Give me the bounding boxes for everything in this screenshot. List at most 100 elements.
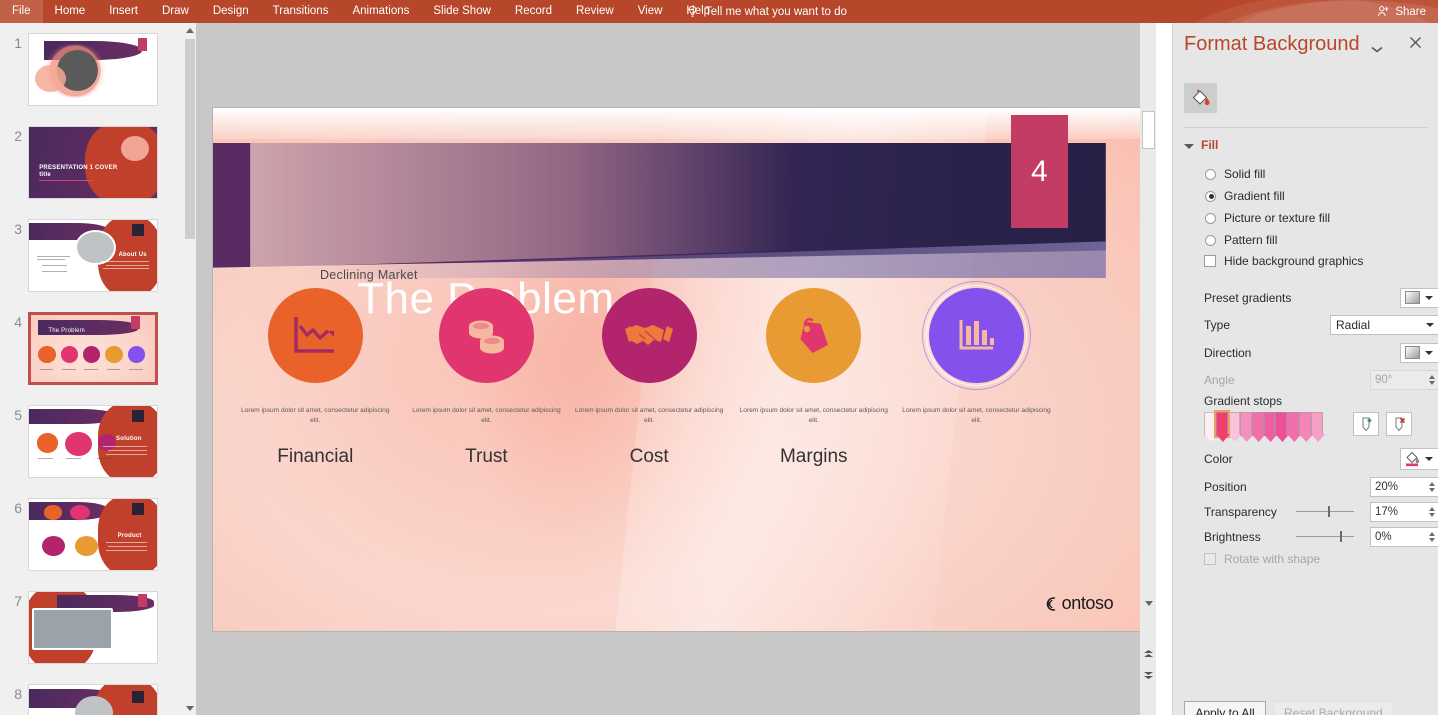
ribbon-tab-transitions[interactable]: Transitions — [261, 0, 341, 23]
gradient-stop-9[interactable] — [1299, 412, 1312, 436]
slide-scrollbar-thumb[interactable] — [1142, 111, 1155, 149]
thumbnail-5-title: Solution — [116, 435, 142, 442]
thumbnail-scrollbar-thumb[interactable] — [185, 39, 195, 239]
transparency-slider[interactable] — [1296, 501, 1354, 522]
position-spinner[interactable] — [1429, 481, 1435, 492]
thumbnail-row-5[interactable]: 5 Solution — [0, 405, 180, 478]
direction-swatch-icon — [1405, 346, 1420, 359]
fill-section-header[interactable]: Fill — [1184, 138, 1218, 152]
gradient-color-row: Color — [1204, 447, 1438, 470]
checkbox-hide-background-graphics[interactable]: Hide background graphics — [1204, 254, 1363, 268]
slide-item-margins[interactable]: Lorem ipsum dolor sit amet, consectetur … — [725, 288, 902, 612]
gradient-stop-6[interactable] — [1263, 412, 1276, 436]
thumbnail-slide-1[interactable] — [28, 33, 158, 106]
gradient-color-button[interactable] — [1400, 447, 1438, 470]
radio-button-gradient-fill[interactable] — [1205, 190, 1216, 202]
ribbon-tab-design[interactable]: Design — [201, 0, 261, 23]
transparency-slider-knob[interactable] — [1328, 506, 1330, 517]
radio-gradient-fill[interactable]: Gradient fill — [1205, 189, 1285, 203]
thumbnail-scrollbar[interactable] — [184, 23, 196, 715]
thumbnail-scroll-up-button[interactable] — [184, 23, 196, 37]
gradient-stop-3[interactable] — [1227, 412, 1240, 436]
gradient-stop-7[interactable] — [1275, 412, 1288, 436]
thumbnail-row-6[interactable]: 6 Product — [0, 498, 180, 571]
thumbnail-slide-5[interactable]: Solution — [28, 405, 158, 478]
thumbnail-row-2[interactable]: 2 PRESENTATION 1 COVER title — [0, 126, 180, 199]
lorem-trust: Lorem ipsum dolor sit amet, consectetur … — [412, 407, 561, 424]
add-gradient-stop-button[interactable] — [1353, 412, 1379, 436]
thumbnail-row-7[interactable]: 7 Emotions — [0, 591, 180, 664]
ribbon-tab-review[interactable]: Review — [564, 0, 626, 23]
thumbnail-slide-8[interactable] — [28, 684, 158, 715]
gradient-brightness-input[interactable]: 0% — [1370, 526, 1438, 547]
brightness-slider-track — [1296, 536, 1354, 537]
radio-button-picture-fill[interactable] — [1205, 212, 1216, 224]
thumbnail-row-1[interactable]: 1 — [0, 33, 180, 106]
slide-item-growth[interactable]: Lorem ipsum dolor sit amet, consectetur … — [888, 281, 1065, 612]
gradient-stop-10[interactable] — [1311, 412, 1324, 436]
ribbon-tab-draw[interactable]: Draw — [150, 0, 201, 23]
previous-slide-button[interactable] — [1141, 645, 1156, 661]
gradient-brightness-label: Brightness — [1204, 529, 1261, 544]
gradient-stop-8[interactable] — [1287, 412, 1300, 436]
ribbon-tab-animations[interactable]: Animations — [340, 0, 421, 23]
contoso-logo-text: ontoso — [1061, 593, 1114, 614]
thumbnail-row-4[interactable]: 4 The Problem — [0, 312, 180, 385]
thumbnail-slide-2[interactable]: PRESENTATION 1 COVER title — [28, 126, 158, 199]
current-slide-canvas[interactable]: 4 Declining Market The Problem Lorem ips… — [213, 108, 1143, 631]
ribbon-tab-view[interactable]: View — [626, 0, 675, 23]
gradient-type-select[interactable]: Radial — [1330, 314, 1438, 335]
preset-gradients-button[interactable] — [1400, 287, 1438, 308]
checkbox-box-hide-graphics[interactable] — [1204, 255, 1216, 267]
thumbnail-row-3[interactable]: 3 About Us — [0, 219, 180, 292]
ribbon-tab-home[interactable]: Home — [43, 0, 98, 23]
ribbon-tab-slide-show[interactable]: Slide Show — [421, 0, 503, 23]
thumbnail-slide-3[interactable]: About Us — [28, 219, 158, 292]
radio-button-pattern-fill[interactable] — [1205, 234, 1216, 246]
tell-me-search[interactable]: Tell me what you want to do — [687, 0, 847, 23]
share-button[interactable]: Share — [1373, 0, 1430, 23]
slide-scroll-down-button[interactable] — [1141, 595, 1156, 611]
gradient-direction-button[interactable] — [1400, 342, 1438, 363]
gradient-stop-5[interactable] — [1251, 412, 1264, 436]
thumbnail-slide-6[interactable]: Product — [28, 498, 158, 571]
thumbnail-number-7: 7 — [14, 593, 22, 609]
brightness-slider[interactable] — [1296, 526, 1354, 547]
slide-item-financial[interactable]: Lorem ipsum dolor sit amet, consectetur … — [227, 288, 404, 612]
next-slide-button[interactable] — [1141, 667, 1156, 683]
spinner-down-icon — [1429, 380, 1435, 385]
brightness-spinner[interactable] — [1429, 531, 1435, 542]
radio-picture-or-texture-fill[interactable]: Picture or texture fill — [1205, 211, 1330, 225]
gradient-angle-input: 90° — [1370, 369, 1438, 390]
radio-solid-fill[interactable]: Solid fill — [1205, 167, 1265, 181]
remove-gradient-stop-button[interactable] — [1386, 412, 1412, 436]
gradient-transparency-input[interactable]: 17% — [1370, 501, 1438, 522]
apply-to-all-button[interactable]: Apply to All — [1184, 701, 1266, 715]
ribbon-tab-insert[interactable]: Insert — [97, 0, 150, 23]
panel-close-button[interactable] — [1409, 36, 1422, 54]
ribbon-tab-file[interactable]: File — [0, 0, 43, 23]
gradient-angle-value: 90° — [1375, 373, 1393, 386]
gradient-stop-4[interactable] — [1239, 412, 1252, 436]
thumbnail-scroll-down-button[interactable] — [184, 701, 196, 715]
radio-pattern-fill[interactable]: Pattern fill — [1205, 233, 1277, 247]
gradient-stop-1[interactable] — [1204, 412, 1216, 436]
panel-title: Format Background — [1184, 33, 1360, 55]
gradient-type-value: Radial — [1336, 317, 1371, 332]
fill-tab-icon-button[interactable] — [1184, 83, 1217, 113]
thumbnail-row-8[interactable]: 8 — [0, 684, 180, 715]
transparency-spinner[interactable] — [1429, 506, 1435, 517]
ribbon-tab-record[interactable]: Record — [503, 0, 564, 23]
slide-vertical-scrollbar[interactable] — [1140, 23, 1156, 715]
slide-item-cost[interactable]: Lorem ipsum dolor sit amet, consectetur … — [561, 288, 738, 612]
thumbnail-slide-4[interactable]: The Problem — [28, 312, 158, 385]
slide-item-trust[interactable]: Lorem ipsum dolor sit amet, consectetur … — [398, 288, 575, 612]
radio-button-solid-fill[interactable] — [1205, 168, 1216, 180]
gradient-stops-bar[interactable] — [1204, 410, 1324, 438]
contoso-mark-icon — [1046, 597, 1055, 611]
gradient-position-input[interactable]: 20% — [1370, 476, 1438, 497]
panel-options-dropdown[interactable] — [1371, 41, 1383, 59]
brightness-slider-knob[interactable] — [1340, 531, 1342, 542]
gradient-stop-2[interactable] — [1213, 410, 1230, 438]
thumbnail-slide-7[interactable]: Emotions — [28, 591, 158, 664]
